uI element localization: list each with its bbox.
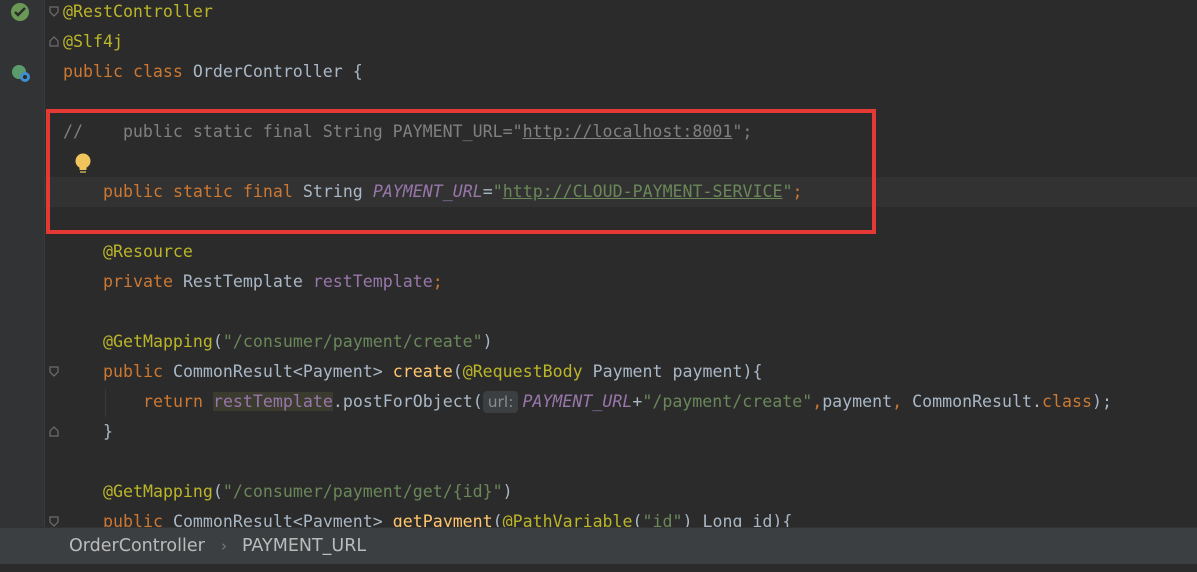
gutter-divider: [44, 0, 45, 527]
indent-guide: [105, 389, 106, 417]
code-editor[interactable]: @RestController @Slf4j public class Orde…: [0, 0, 1197, 527]
highlight-annotation-box: [46, 109, 876, 234]
fold-icon[interactable]: [49, 516, 59, 527]
run-class-icon[interactable]: [10, 62, 32, 84]
code-line-9[interactable]: @Resource: [103, 237, 193, 267]
bottom-strip: [0, 564, 1197, 572]
code-line-17[interactable]: @GetMapping("/consumer/payment/get/{id}"…: [103, 477, 513, 507]
code-line-18[interactable]: public CommonResult<Payment> getPayment(…: [103, 507, 792, 527]
parameter-hint: url:: [482, 391, 519, 413]
breadcrumb-item-class[interactable]: OrderController: [69, 528, 205, 564]
code-line-1[interactable]: @RestController: [63, 0, 213, 27]
code-line-14[interactable]: return restTemplate.postForObject(url: PA…: [143, 387, 1112, 417]
code-line-12[interactable]: @GetMapping("/consumer/payment/create"): [103, 327, 493, 357]
spring-bean-icon[interactable]: [9, 1, 31, 23]
code-line-3[interactable]: public class OrderController {: [63, 57, 363, 87]
code-line-10[interactable]: private RestTemplate restTemplate;: [103, 267, 443, 297]
code-line-2[interactable]: @Slf4j: [63, 27, 123, 57]
breadcrumb: OrderController › PAYMENT_URL: [0, 527, 1197, 565]
code-line-13[interactable]: public CommonResult<Payment> create(@Req…: [103, 357, 762, 387]
code-line-15[interactable]: }: [103, 417, 113, 447]
fold-icon[interactable]: [49, 426, 59, 437]
fold-icon[interactable]: [49, 6, 59, 17]
breadcrumb-separator-icon: ›: [221, 537, 227, 555]
breadcrumb-item-field[interactable]: PAYMENT_URL: [242, 528, 366, 564]
fold-icon[interactable]: [49, 36, 59, 47]
fold-icon[interactable]: [49, 366, 59, 377]
